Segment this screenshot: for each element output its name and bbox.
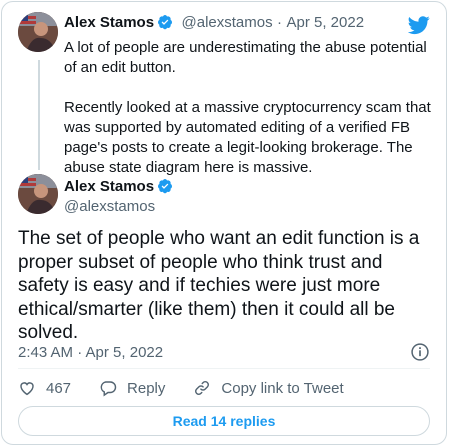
like-button[interactable]: 467	[18, 379, 71, 397]
reply-button[interactable]: Reply	[99, 379, 165, 397]
quoted-tweet-header: Alex Stamos @alexstamos · Apr 5, 2022	[64, 14, 364, 32]
author-name-row: Alex Stamos	[64, 178, 173, 196]
twitter-bird-icon[interactable]	[408, 14, 430, 36]
author-name[interactable]: Alex Stamos	[64, 178, 154, 195]
quoted-paragraph-2: Recently looked at a massive cryptocurre…	[64, 99, 431, 176]
copy-link-label: Copy link to Tweet	[221, 379, 344, 397]
tweet-text: The set of people who want an edit funct…	[18, 228, 420, 343]
read-replies-button[interactable]: Read 14 replies	[18, 406, 430, 436]
info-icon[interactable]	[410, 342, 430, 362]
quoted-author-name[interactable]: Alex Stamos	[64, 14, 154, 31]
read-replies-label: Read 14 replies	[172, 413, 276, 429]
reply-label: Reply	[127, 379, 166, 397]
link-icon	[195, 381, 210, 395]
verified-badge-icon	[158, 179, 173, 194]
divider	[18, 368, 430, 369]
reply-icon	[100, 381, 117, 397]
copy-link-button[interactable]: Copy link to Tweet	[193, 379, 344, 397]
heart-icon	[20, 382, 34, 396]
author-handle[interactable]: @alexstamos	[64, 198, 155, 215]
avatar-image	[18, 174, 58, 214]
author-avatar[interactable]	[18, 174, 58, 214]
quoted-author-avatar[interactable]	[18, 12, 58, 52]
quoted-tweet-body: A lot of people are underestimating the …	[64, 38, 440, 198]
tweet-embed-card: Alex Stamos @alexstamos · Apr 5, 2022 A …	[1, 1, 447, 445]
action-bar: 467 Reply Copy link to Tweet	[18, 379, 372, 397]
quoted-author-handle[interactable]: @alexstamos	[182, 14, 273, 31]
like-count: 467	[46, 379, 72, 397]
verified-badge-icon	[158, 15, 173, 30]
tweet-timestamp[interactable]: 2:43 AM · Apr 5, 2022	[18, 344, 163, 361]
quoted-paragraph-1: A lot of people are underestimating the …	[64, 39, 427, 76]
avatar-image	[18, 12, 58, 52]
header-separator: ·	[277, 14, 283, 31]
thread-connector-line	[38, 60, 40, 170]
quoted-tweet-date[interactable]: Apr 5, 2022	[287, 14, 365, 31]
